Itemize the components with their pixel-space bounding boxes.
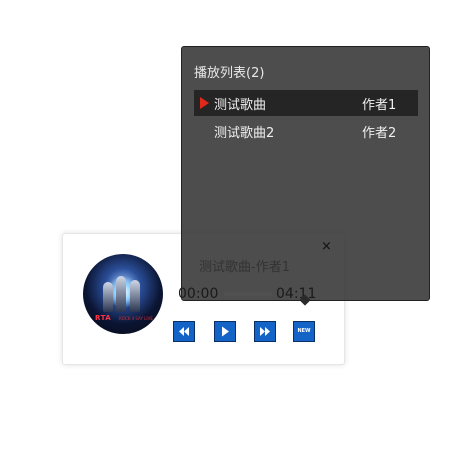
cover-figure xyxy=(130,280,140,312)
cover-subtitle-text: ROCK 4 SAY LIVE xyxy=(119,316,153,321)
rewind-icon xyxy=(179,327,189,336)
playlist-item-name: 测试歌曲2 xyxy=(214,126,275,141)
previous-track-button[interactable] xyxy=(173,321,195,342)
play-icon xyxy=(222,326,229,337)
playlist-item-2[interactable]: 测试歌曲2 作者2 xyxy=(194,118,418,144)
now-playing-title: 测试歌曲-作者1 xyxy=(199,260,290,275)
progress-bar[interactable] xyxy=(224,292,272,296)
play-marker-icon xyxy=(200,97,209,109)
playlist-item-artist: 作者2 xyxy=(362,126,397,141)
cover-logo-text: RTA xyxy=(95,314,112,322)
fast-forward-icon xyxy=(260,327,270,336)
new-button[interactable]: NEW xyxy=(293,321,315,342)
album-cover-image: RTA ROCK 4 SAY LIVE xyxy=(83,254,163,334)
playlist-item-1[interactable]: 测试歌曲 作者1 xyxy=(194,90,418,116)
cover-figure xyxy=(116,276,126,312)
close-icon[interactable]: × xyxy=(321,240,332,254)
playlist-item-artist: 作者1 xyxy=(362,98,397,113)
play-button[interactable] xyxy=(214,321,236,342)
cover-figure xyxy=(103,282,113,312)
playlist-title: 播放列表(2) xyxy=(194,66,265,81)
new-button-label: NEW xyxy=(297,328,311,334)
current-time: 00:00 xyxy=(178,286,219,302)
music-player-stage: RTA ROCK 4 SAY LIVE NEW 播放列表(2) 测试歌曲 作者1… xyxy=(0,0,451,451)
playlist-item-name: 测试歌曲 xyxy=(214,98,267,113)
next-track-button[interactable] xyxy=(254,321,276,342)
